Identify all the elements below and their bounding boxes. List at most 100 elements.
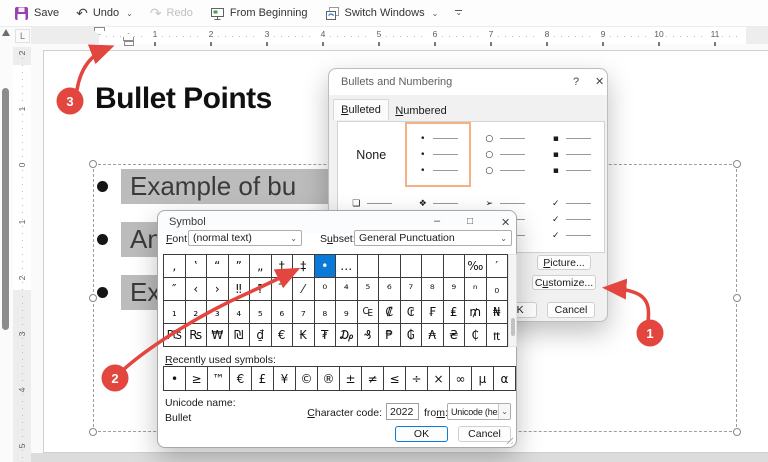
undo-button[interactable]: ↶ Undo ⌄ bbox=[76, 6, 133, 20]
maximize-icon[interactable]: □ bbox=[467, 216, 473, 227]
undo-dropdown-chevron-icon[interactable]: ⌄ bbox=[126, 9, 133, 18]
bullet-style-option[interactable]: ▪▪▪ bbox=[538, 122, 605, 187]
thumbnail-panel-scrollbar[interactable] bbox=[0, 27, 13, 462]
recent-symbol-cell[interactable]: ™ bbox=[208, 367, 230, 391]
recent-symbol-cell[interactable]: α bbox=[494, 367, 516, 391]
symbol-cell[interactable]: ⁿ bbox=[465, 278, 487, 301]
symbol-cell[interactable]: ″ bbox=[164, 278, 186, 301]
symbol-cell[interactable]: … bbox=[336, 255, 358, 278]
recent-symbol-cell[interactable]: ÷ bbox=[406, 367, 428, 391]
recent-symbol-cell[interactable]: ≥ bbox=[186, 367, 208, 391]
recent-symbol-cell[interactable]: × bbox=[428, 367, 450, 391]
symbol-cell[interactable]: ₫ bbox=[250, 324, 272, 347]
customize-qat-overflow-button[interactable]: ⌄ bbox=[455, 10, 462, 15]
symbol-cell[interactable]: ₲ bbox=[401, 324, 423, 347]
save-button[interactable]: Save bbox=[14, 6, 59, 21]
symbol-cell[interactable]: ₃ bbox=[207, 301, 229, 324]
cancel-button[interactable]: Cancel bbox=[547, 302, 595, 318]
symbol-cell[interactable]: ₳ bbox=[422, 324, 444, 347]
scrollbar-thumb[interactable] bbox=[2, 88, 9, 330]
symbol-cell[interactable]: ⁴ bbox=[336, 278, 358, 301]
symbol-cell[interactable]: ⁸ bbox=[422, 278, 444, 301]
bullet-text[interactable]: Example of bu bbox=[121, 169, 361, 204]
symbol-cell[interactable]: ‹ bbox=[186, 278, 208, 301]
symbol-cell[interactable] bbox=[358, 255, 380, 278]
symbol-cell[interactable]: ₠ bbox=[358, 301, 380, 324]
switch-windows-button[interactable]: Switch Windows ⌄ bbox=[325, 6, 439, 21]
ok-button[interactable]: OK bbox=[395, 426, 448, 442]
recent-symbol-cell[interactable]: µ bbox=[472, 367, 494, 391]
symbol-cell[interactable]: ₂ bbox=[186, 301, 208, 324]
symbol-cell[interactable]: ₰ bbox=[358, 324, 380, 347]
symbol-cell[interactable]: ₀ bbox=[487, 278, 509, 301]
symbol-cell[interactable]: ₥ bbox=[465, 301, 487, 324]
resize-handle-top-left[interactable] bbox=[89, 160, 97, 168]
help-icon[interactable]: ? bbox=[573, 76, 579, 88]
symbol-cell[interactable]: ⁹ bbox=[444, 278, 466, 301]
recent-symbol-cell[interactable]: • bbox=[164, 367, 186, 391]
symbol-cell[interactable]: ⁵ bbox=[358, 278, 380, 301]
recent-symbol-cell[interactable]: ® bbox=[318, 367, 340, 391]
recent-symbol-cell[interactable]: ∞ bbox=[450, 367, 472, 391]
symbol-cell[interactable]: ₩ bbox=[207, 324, 229, 347]
cancel-button[interactable]: Cancel bbox=[458, 426, 511, 442]
symbol-cell[interactable]: ‼ bbox=[229, 278, 251, 301]
recent-symbol-cell[interactable]: ¥ bbox=[274, 367, 296, 391]
symbol-cell[interactable]: ₧ bbox=[164, 324, 186, 347]
from-beginning-button[interactable]: From Beginning bbox=[210, 6, 308, 21]
symbol-cell[interactable]: ₱ bbox=[379, 324, 401, 347]
symbol-cell[interactable]: ‾ bbox=[272, 278, 294, 301]
symbol-cell[interactable] bbox=[401, 255, 423, 278]
symbol-cell[interactable]: ₈ bbox=[315, 301, 337, 324]
symbol-cell[interactable]: ₣ bbox=[422, 301, 444, 324]
symbol-cell[interactable]: ” bbox=[229, 255, 251, 278]
left-indent-marker[interactable] bbox=[124, 41, 134, 46]
symbol-cell-selected[interactable]: • bbox=[315, 255, 337, 278]
picture-button[interactable]: Picture... bbox=[537, 255, 591, 270]
symbol-cell[interactable] bbox=[444, 255, 466, 278]
resize-handle-middle-right[interactable] bbox=[733, 294, 741, 302]
symbol-cell[interactable]: ‚ bbox=[164, 255, 186, 278]
bullet-style-option[interactable]: ○○○ bbox=[471, 122, 538, 187]
symbol-cell[interactable]: ₄ bbox=[229, 301, 251, 324]
recent-symbol-cell[interactable]: © bbox=[296, 367, 318, 391]
symbol-cell[interactable]: ⁶ bbox=[379, 278, 401, 301]
symbol-grid-scrollbar[interactable] bbox=[508, 254, 517, 347]
bullet-style-option[interactable]: ••• bbox=[405, 122, 472, 187]
resize-handle-top-right[interactable] bbox=[733, 160, 741, 168]
bullet-line[interactable]: Example of bu bbox=[97, 169, 361, 204]
symbol-cell[interactable]: ₅ bbox=[250, 301, 272, 324]
symbol-cell[interactable]: ‽ bbox=[250, 278, 272, 301]
close-icon[interactable]: ✕ bbox=[501, 216, 510, 229]
symbol-cell[interactable] bbox=[379, 255, 401, 278]
symbol-cell[interactable] bbox=[422, 255, 444, 278]
symbol-cell[interactable]: ₯ bbox=[336, 324, 358, 347]
symbol-cell[interactable]: ₇ bbox=[293, 301, 315, 324]
minimize-icon[interactable]: – bbox=[434, 215, 440, 227]
symbol-cell[interactable]: ₉ bbox=[336, 301, 358, 324]
symbol-cell[interactable]: † bbox=[272, 255, 294, 278]
symbol-cell[interactable]: ₪ bbox=[229, 324, 251, 347]
bullet-style-option[interactable]: ✓✓✓ bbox=[538, 187, 605, 252]
recent-symbol-cell[interactable]: ≤ bbox=[384, 367, 406, 391]
symbol-cell[interactable]: € bbox=[272, 324, 294, 347]
symbol-cell[interactable]: ₦ bbox=[487, 301, 509, 324]
symbol-cell[interactable]: ′ bbox=[487, 255, 509, 278]
recent-symbol-cell[interactable]: £ bbox=[252, 367, 274, 391]
recent-symbol-cell[interactable]: ≠ bbox=[362, 367, 384, 391]
tab-numbered[interactable]: Numbered bbox=[391, 102, 451, 119]
symbol-cell[interactable]: ₶ bbox=[487, 324, 509, 347]
character-code-input[interactable] bbox=[386, 403, 419, 420]
symbol-cell[interactable]: ₆ bbox=[272, 301, 294, 324]
horizontal-ruler[interactable]: 1234567891011 bbox=[0, 27, 768, 47]
scrollbar-thumb[interactable] bbox=[511, 318, 515, 336]
customize-button[interactable]: Customize... bbox=[532, 275, 596, 290]
symbol-cell[interactable]: ₁ bbox=[164, 301, 186, 324]
symbol-cell[interactable]: ⁷ bbox=[401, 278, 423, 301]
symbol-cell[interactable]: ₤ bbox=[444, 301, 466, 324]
symbol-cell[interactable]: „ bbox=[250, 255, 272, 278]
symbol-cell[interactable]: ₮ bbox=[315, 324, 337, 347]
symbol-cell[interactable]: ₨ bbox=[186, 324, 208, 347]
resize-handle-bottom-left[interactable] bbox=[89, 428, 97, 436]
slide-title[interactable]: Bullet Points bbox=[95, 82, 272, 116]
